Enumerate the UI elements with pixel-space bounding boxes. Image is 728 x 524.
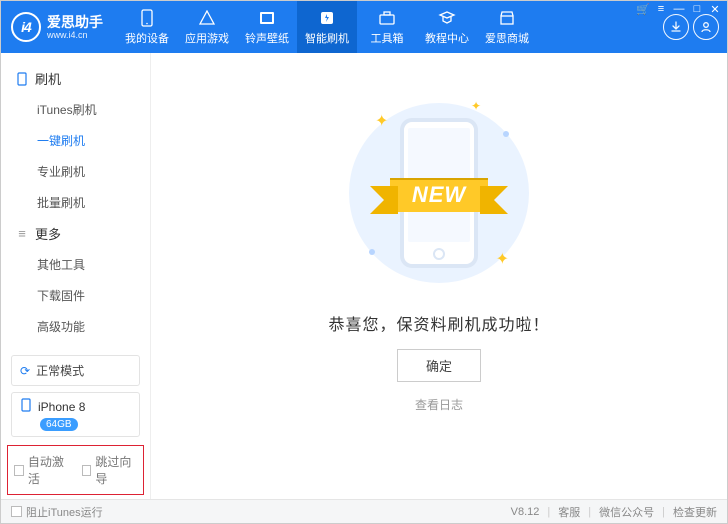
sidebar-item-download-firmware[interactable]: 下载固件 — [37, 280, 150, 311]
checkbox-icon — [82, 465, 92, 476]
brand-logo[interactable]: i4 爱思助手 www.i4.cn — [1, 1, 117, 53]
sparkle-icon: ✦ — [471, 99, 481, 113]
device-card[interactable]: iPhone 8 64GB — [11, 392, 140, 437]
wechat-link[interactable]: 微信公众号 — [599, 504, 654, 520]
nav-my-device[interactable]: 我的设备 — [117, 1, 177, 53]
tutorial-icon — [438, 9, 456, 27]
main-content: ✦ ✦ ✦ NEW 恭喜您，保资料刷机成功啦！ 确定 查看日志 — [151, 53, 727, 499]
sidebar-item-oneclick-flash[interactable]: 一键刷机 — [37, 125, 150, 156]
nav-flash[interactable]: 智能刷机 — [297, 1, 357, 53]
nav-apps[interactable]: 应用游戏 — [177, 1, 237, 53]
sidebar-item-other-tools[interactable]: 其他工具 — [37, 249, 150, 280]
nav-ringtones[interactable]: 铃声壁纸 — [237, 1, 297, 53]
maximize-icon[interactable]: □ — [691, 3, 703, 15]
nav-store[interactable]: 爱思商城 — [477, 1, 537, 53]
options-highlight-box: 自动激活 跳过向导 — [7, 445, 144, 495]
mode-selector[interactable]: ⟳ 正常模式 — [11, 355, 140, 386]
device-phone-icon — [20, 398, 32, 415]
skip-guide-checkbox[interactable]: 跳过向导 — [82, 453, 138, 487]
sidebar-section-more: ≡ 更多 — [1, 218, 150, 249]
logo-badge: i4 — [11, 12, 41, 42]
sparkle-icon: ✦ — [375, 111, 388, 131]
sidebar-item-batch-flash[interactable]: 批量刷机 — [37, 187, 150, 218]
success-illustration: ✦ ✦ ✦ NEW — [339, 93, 539, 293]
flash-icon — [318, 9, 336, 27]
footer: 阻止iTunes运行 V8.12 | 客服 | 微信公众号 | 检查更新 — [1, 499, 727, 523]
confirm-button[interactable]: 确定 — [397, 349, 481, 382]
support-link[interactable]: 客服 — [558, 504, 580, 520]
toolbox-icon — [378, 9, 396, 27]
wallpaper-icon — [258, 9, 276, 27]
refresh-icon: ⟳ — [20, 364, 30, 378]
phone-small-icon — [15, 72, 29, 86]
new-ribbon: NEW — [390, 178, 488, 212]
user-button[interactable] — [693, 14, 719, 40]
close-icon[interactable]: ✕ — [709, 3, 721, 15]
phone-icon — [138, 9, 156, 27]
checkbox-icon — [11, 506, 22, 517]
checkbox-icon — [14, 465, 24, 476]
nav-tutorial[interactable]: 教程中心 — [417, 1, 477, 53]
sidebar-section-flash: 刷机 — [1, 63, 150, 94]
nav-toolbox[interactable]: 工具箱 — [357, 1, 417, 53]
device-storage-badge: 64GB — [40, 418, 78, 431]
view-log-link[interactable]: 查看日志 — [415, 396, 463, 413]
block-itunes-checkbox[interactable]: 阻止iTunes运行 — [11, 504, 103, 520]
brand-url: www.i4.cn — [47, 31, 103, 40]
window-controls: 🛒 ≡ — □ ✕ — [637, 3, 721, 15]
auto-activate-checkbox[interactable]: 自动激活 — [14, 453, 70, 487]
body: 刷机 iTunes刷机 一键刷机 专业刷机 批量刷机 ≡ 更多 其他工具 下载固… — [1, 53, 727, 499]
version-label: V8.12 — [511, 506, 540, 518]
menu-icon[interactable]: ≡ — [655, 3, 667, 15]
cart-icon[interactable]: 🛒 — [637, 3, 649, 15]
download-button[interactable] — [663, 14, 689, 40]
more-icon: ≡ — [15, 226, 29, 241]
brand-name: 爱思助手 — [47, 15, 103, 29]
sidebar-item-itunes-flash[interactable]: iTunes刷机 — [37, 94, 150, 125]
sidebar-item-pro-flash[interactable]: 专业刷机 — [37, 156, 150, 187]
header: 🛒 ≡ — □ ✕ i4 爱思助手 www.i4.cn 我的设备 应用游戏 — [1, 1, 727, 53]
top-nav: 我的设备 应用游戏 铃声壁纸 智能刷机 工具箱 教程中心 — [117, 1, 537, 53]
app-window: 🛒 ≡ — □ ✕ i4 爱思助手 www.i4.cn 我的设备 应用游戏 — [0, 0, 728, 524]
check-update-link[interactable]: 检查更新 — [673, 504, 717, 520]
success-message: 恭喜您，保资料刷机成功啦！ — [328, 311, 549, 335]
sparkle-icon: ✦ — [496, 249, 509, 269]
sidebar: 刷机 iTunes刷机 一键刷机 专业刷机 批量刷机 ≡ 更多 其他工具 下载固… — [1, 53, 151, 499]
store-icon — [498, 9, 516, 27]
device-name: iPhone 8 — [38, 400, 85, 414]
sidebar-item-advanced[interactable]: 高级功能 — [37, 311, 150, 342]
apps-icon — [198, 9, 216, 27]
